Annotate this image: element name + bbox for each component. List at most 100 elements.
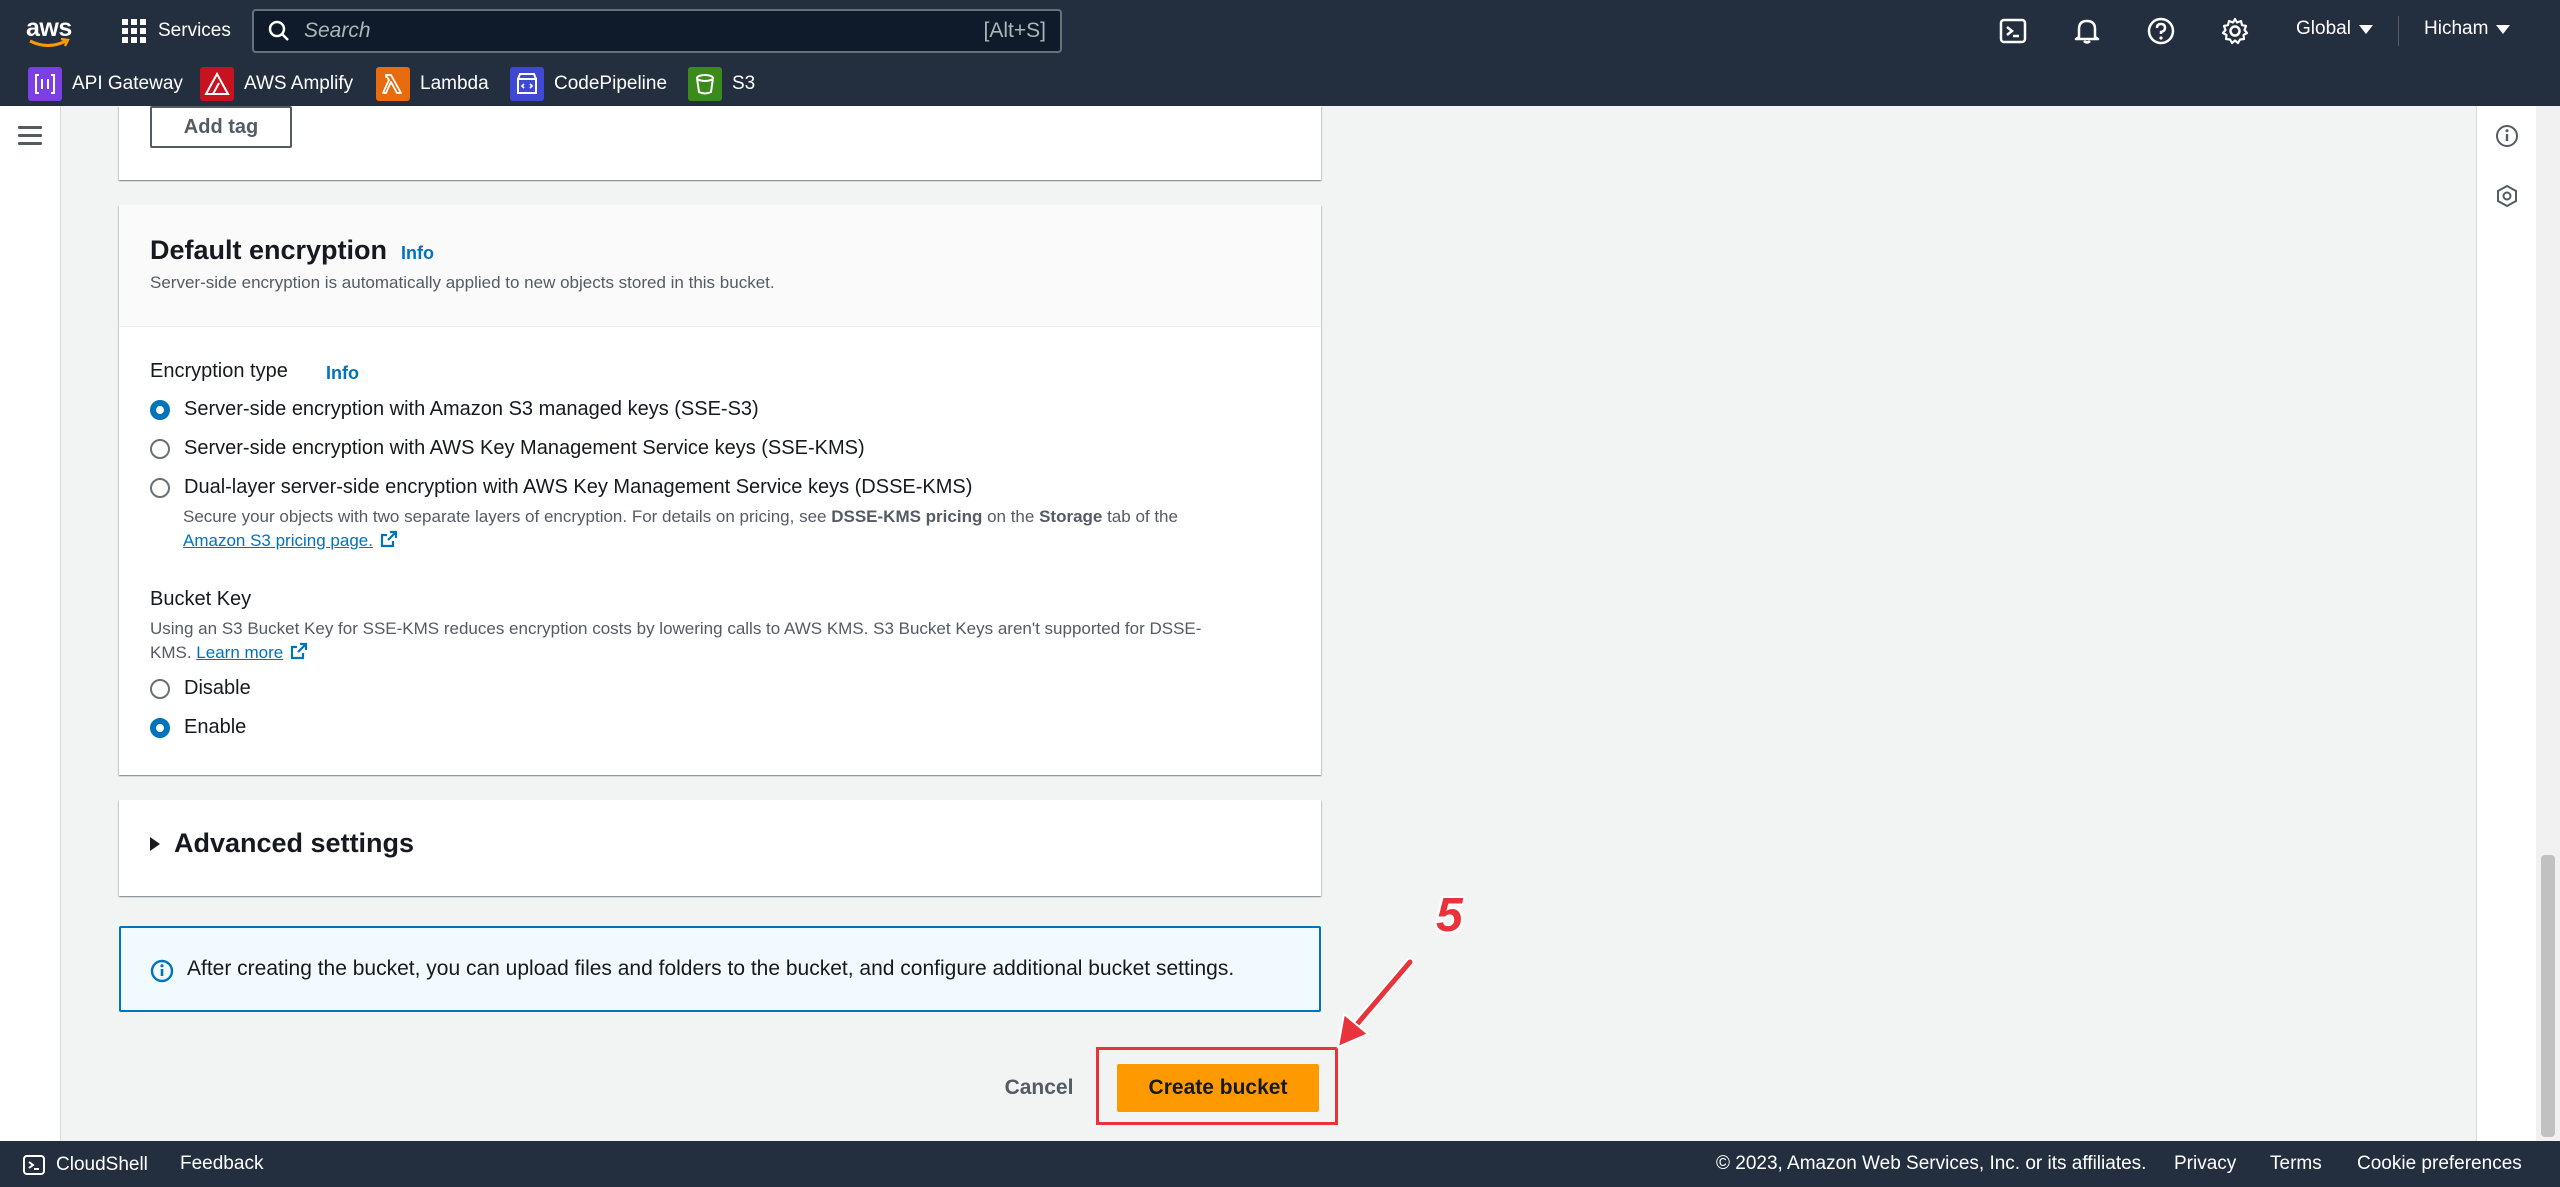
encryption-info-link[interactable]: Info	[401, 243, 434, 264]
radio-button-checked[interactable]	[150, 717, 170, 738]
hamburger-menu-icon[interactable]	[18, 126, 42, 146]
info-panel-icon[interactable]	[2495, 124, 2519, 148]
favorite-api-gateway[interactable]: API Gateway	[28, 66, 183, 102]
favorite-label: API Gateway	[72, 73, 183, 94]
favorite-label: S3	[732, 73, 756, 94]
radio-bucket-key-disable[interactable]: Disable	[150, 677, 251, 700]
radio-label: Disable	[184, 677, 251, 699]
footer-cloudshell-link[interactable]: CloudShell	[22, 1153, 148, 1177]
codepipeline-icon	[510, 67, 544, 101]
lambda-icon	[376, 67, 410, 101]
s3-icon	[688, 67, 722, 101]
tags-panel: Add tag	[119, 106, 1321, 180]
annotation-highlight-box	[1096, 1047, 1338, 1125]
services-menu-button[interactable]: Services	[122, 14, 231, 48]
learn-more-link[interactable]: Learn more	[196, 643, 283, 662]
search-shortcut-hint: [Alt+S]	[983, 19, 1046, 42]
alert-text: After creating the bucket, you can uploa…	[187, 957, 1235, 980]
left-navigation-rail	[0, 106, 61, 1141]
bucket-key-help-text: Using an S3 Bucket Key for SSE-KMS reduc…	[150, 617, 1201, 665]
services-label: Services	[158, 20, 231, 41]
dsse-kms-help-text: Secure your objects with two separate la…	[183, 505, 1178, 553]
search-box[interactable]: [Alt+S]	[252, 9, 1062, 53]
footer-privacy-link[interactable]: Privacy	[2174, 1153, 2236, 1175]
settings-icon[interactable]	[2220, 16, 2250, 46]
radio-label: Server-side encryption with Amazon S3 ma…	[184, 398, 759, 420]
radio-button[interactable]	[150, 678, 170, 699]
radio-button-checked[interactable]	[150, 399, 170, 420]
radio-button[interactable]	[150, 477, 170, 498]
favorite-label: CodePipeline	[554, 73, 668, 94]
grid-icon	[122, 19, 146, 43]
add-tag-button[interactable]: Add tag	[150, 106, 292, 148]
amplify-icon	[200, 67, 234, 101]
footer-copyright: © 2023, Amazon Web Services, Inc. or its…	[1716, 1153, 2147, 1174]
help-text: on the	[982, 507, 1040, 526]
scrollbar-thumb[interactable]	[2541, 855, 2555, 1137]
encryption-type-label: Encryption type	[150, 360, 288, 382]
bucket-key-label: Bucket Key	[150, 588, 252, 610]
aws-logo[interactable]: aws	[26, 14, 76, 48]
info-icon	[150, 959, 174, 983]
favorite-aws-amplify[interactable]: AWS Amplify	[200, 66, 353, 102]
info-alert: After creating the bucket, you can uploa…	[119, 926, 1321, 1012]
advanced-settings-panel: Advanced settings	[119, 800, 1321, 896]
advanced-settings-label: Advanced settings	[174, 828, 415, 858]
radio-label: Dual-layer server-side encryption with A…	[184, 476, 973, 498]
encryption-type-info-link[interactable]: Info	[326, 363, 359, 384]
user-menu[interactable]: Hicham	[2424, 18, 2511, 40]
help-icon[interactable]	[2146, 16, 2176, 46]
radio-label: Server-side encryption with AWS Key Mana…	[184, 437, 865, 459]
radio-bucket-key-enable[interactable]: Enable	[150, 716, 246, 739]
help-text: tab of the	[1102, 507, 1178, 526]
footer-feedback-link[interactable]: Feedback	[180, 1153, 263, 1175]
help-text: Secure your objects with two separate la…	[183, 507, 832, 526]
nav-divider	[2398, 16, 2399, 46]
annotation-step-number: 5	[1436, 889, 1463, 942]
search-input[interactable]	[304, 19, 984, 43]
top-bar: aws Services [Alt+S]	[0, 0, 2560, 62]
aws-smile-icon	[29, 38, 70, 47]
radio-label: Enable	[184, 716, 247, 738]
help-text: Using an S3 Bucket Key for SSE-KMS reduc…	[150, 619, 1202, 638]
s3-pricing-page-link[interactable]: Amazon S3 pricing page.	[183, 531, 373, 550]
cloudshell-icon[interactable]	[1998, 16, 2028, 46]
external-link-icon	[291, 642, 308, 660]
api-gateway-icon	[28, 67, 62, 101]
encryption-title: Default encryption	[150, 235, 388, 265]
favorite-codepipeline[interactable]: CodePipeline	[510, 66, 667, 102]
radio-dsse-kms[interactable]: Dual-layer server-side encryption with A…	[150, 476, 972, 499]
radio-sse-s3[interactable]: Server-side encryption with Amazon S3 ma…	[150, 398, 759, 421]
footer-cloudshell-label: CloudShell	[56, 1154, 148, 1175]
user-name: Hicham	[2424, 18, 2489, 39]
favorite-label: Lambda	[420, 73, 489, 94]
cloudshell-icon	[23, 1155, 45, 1175]
resources-panel-icon[interactable]	[2495, 184, 2519, 208]
cancel-button[interactable]: Cancel	[996, 1068, 1082, 1108]
annotation-arrow-icon	[1336, 957, 1415, 1049]
region-selector[interactable]: Global	[2296, 18, 2373, 40]
radio-button[interactable]	[150, 438, 170, 459]
encryption-panel-header: Default encryption Info Server-side encr…	[119, 205, 1321, 327]
right-tools-rail	[2476, 106, 2536, 1141]
radio-sse-kms[interactable]: Server-side encryption with AWS Key Mana…	[150, 437, 865, 460]
help-text: KMS.	[150, 643, 192, 662]
encryption-description: Server-side encryption is automatically …	[150, 273, 775, 292]
advanced-settings-toggle[interactable]: Advanced settings	[150, 828, 414, 859]
favorite-label: AWS Amplify	[244, 73, 354, 94]
help-bold: DSSE-KMS pricing	[831, 507, 983, 526]
footer-terms-link[interactable]: Terms	[2270, 1153, 2322, 1175]
bell-icon[interactable]	[2072, 16, 2102, 46]
help-bold: Storage	[1039, 507, 1103, 526]
favorites-bar: API Gateway AWS Amplify Lambda CodePipel…	[0, 62, 2560, 106]
search-icon	[268, 20, 289, 41]
footer: CloudShell Feedback © 2023, Amazon Web S…	[0, 1141, 2560, 1187]
region-label: Global	[2296, 18, 2351, 39]
caret-down-icon	[2358, 24, 2373, 34]
default-encryption-panel: Default encryption Info Server-side encr…	[119, 205, 1321, 775]
favorite-lambda[interactable]: Lambda	[376, 66, 489, 102]
footer-cookie-preferences-link[interactable]: Cookie preferences	[2357, 1153, 2522, 1175]
caret-down-icon	[2496, 24, 2511, 34]
favorite-s3[interactable]: S3	[688, 66, 755, 102]
top-navigation: aws Services [Alt+S]	[0, 0, 2560, 106]
